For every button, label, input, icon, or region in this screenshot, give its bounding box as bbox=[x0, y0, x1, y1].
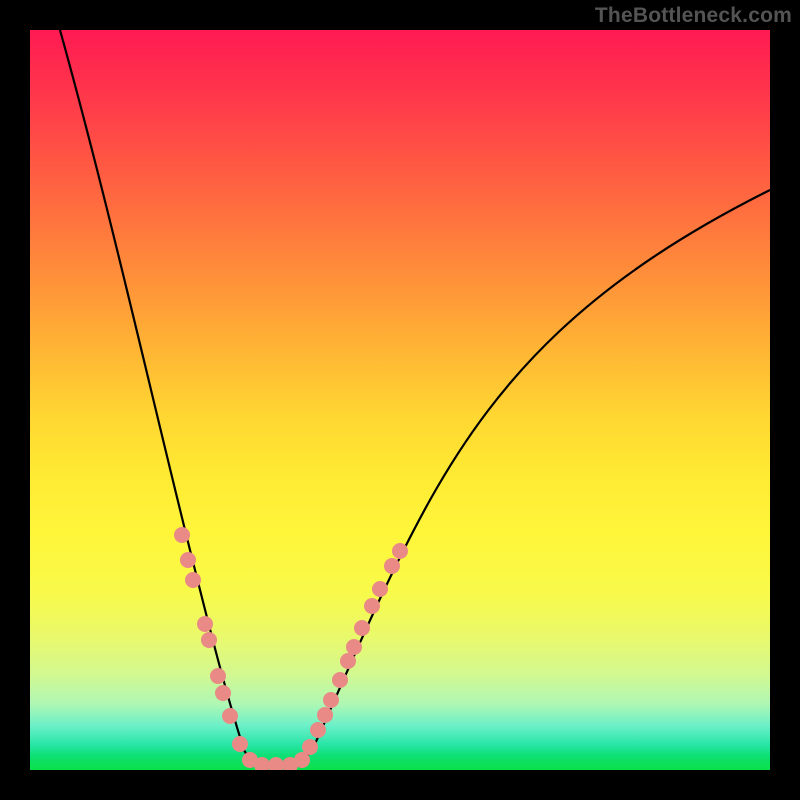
dots-bottom-group bbox=[254, 757, 298, 770]
data-dot bbox=[222, 708, 238, 724]
data-dot bbox=[268, 757, 284, 770]
right-curve bbox=[288, 190, 770, 765]
chart-frame: TheBottleneck.com bbox=[0, 0, 800, 800]
data-dot bbox=[340, 653, 356, 669]
plot-area bbox=[30, 30, 770, 770]
data-dot bbox=[302, 739, 318, 755]
data-dot bbox=[210, 668, 226, 684]
watermark-text: TheBottleneck.com bbox=[595, 4, 792, 28]
data-dot bbox=[215, 685, 231, 701]
data-dot bbox=[372, 581, 388, 597]
chart-svg bbox=[30, 30, 770, 770]
dots-left-group bbox=[174, 527, 258, 768]
data-dot bbox=[201, 632, 217, 648]
data-dot bbox=[354, 620, 370, 636]
data-dot bbox=[232, 736, 248, 752]
data-dot bbox=[346, 639, 362, 655]
data-dot bbox=[384, 558, 400, 574]
data-dot bbox=[332, 672, 348, 688]
left-curve bbox=[60, 30, 288, 765]
data-dot bbox=[180, 552, 196, 568]
data-dot bbox=[185, 572, 201, 588]
data-dot bbox=[392, 543, 408, 559]
data-dot bbox=[197, 616, 213, 632]
data-dot bbox=[317, 707, 333, 723]
data-dot bbox=[364, 598, 380, 614]
data-dot bbox=[174, 527, 190, 543]
data-dot bbox=[310, 722, 326, 738]
data-dot bbox=[323, 692, 339, 708]
